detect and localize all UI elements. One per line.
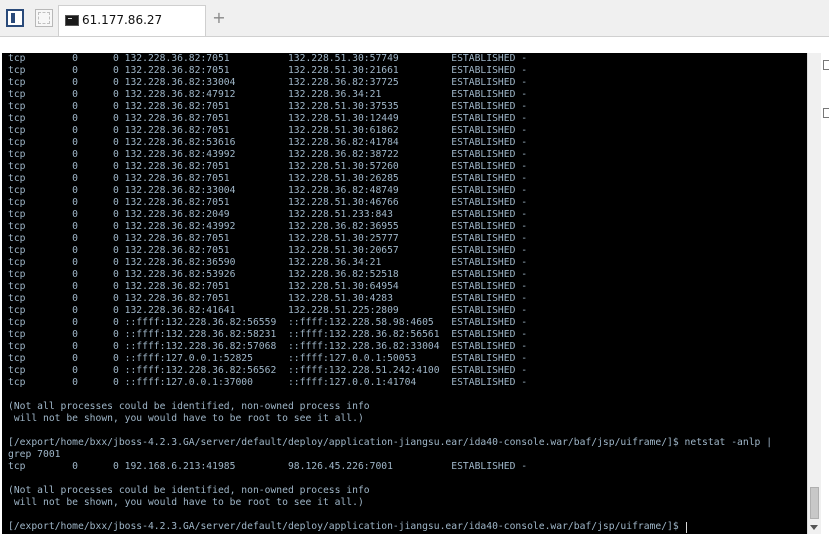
- terminal-line: tcp 0 0 132.228.36.82:41641 132.228.51.2…: [8, 305, 528, 316]
- terminal-line: tcp 0 0 132.228.36.82:7051 132.228.51.30…: [8, 197, 528, 208]
- terminal-lines: tcp 0 0 132.228.36.82:7051 132.228.51.30…: [8, 53, 772, 533]
- terminal-line: tcp 0 0 ::ffff:132.228.36.82:58231 ::fff…: [8, 329, 528, 340]
- terminal-line: tcp 0 0 132.228.36.82:47912 132.228.36.3…: [8, 89, 528, 100]
- side-panel-tab-icon[interactable]: [823, 60, 829, 70]
- terminal-line: tcp 0 0 192.168.6.213:41985 98.126.45.22…: [8, 461, 528, 472]
- terminal-line: [/export/home/bxx/jboss-4.2.3.GA/server/…: [8, 521, 685, 532]
- terminal-line: tcp 0 0 132.228.36.82:7051 132.228.51.30…: [8, 293, 528, 304]
- terminal-line: tcp 0 0 132.228.36.82:43992 132.228.36.8…: [8, 149, 528, 160]
- terminal-line: tcp 0 0 132.228.36.82:7051 132.228.51.30…: [8, 245, 528, 256]
- tab-title: 61.177.86.27: [82, 13, 163, 27]
- new-tab-button[interactable]: +: [212, 10, 226, 26]
- terminal-line: tcp 0 0 132.228.36.82:7051 132.228.51.30…: [8, 281, 528, 292]
- terminal-line: tcp 0 0 132.228.36.82:7051 132.228.51.30…: [8, 233, 528, 244]
- terminal-line: tcp 0 0 132.228.36.82:53926 132.228.36.8…: [8, 269, 528, 280]
- terminal-line: tcp 0 0 132.228.36.82:7051 132.228.51.30…: [8, 53, 528, 64]
- terminal-icon: [65, 15, 79, 26]
- terminal-line: tcp 0 0 ::ffff:127.0.0.1:52825 ::ffff:12…: [8, 353, 528, 364]
- terminal-line: (Not all processes could be identified, …: [8, 401, 370, 412]
- terminal-line: tcp 0 0 132.228.36.82:7051 132.228.51.30…: [8, 125, 528, 136]
- tab-session[interactable]: 61.177.86.27: [58, 5, 206, 36]
- terminal-line: tcp 0 0 132.228.36.82:7051 132.228.51.30…: [8, 173, 528, 184]
- terminal-line: tcp 0 0 132.228.36.82:7051 132.228.51.30…: [8, 161, 528, 172]
- terminal-line: tcp 0 0 132.228.36.82:33004 132.228.36.8…: [8, 185, 528, 196]
- text-cursor: [685, 522, 687, 533]
- side-panel-tab-icon[interactable]: [823, 108, 829, 118]
- terminal-line: tcp 0 0 132.228.36.82:7051 132.228.51.30…: [8, 101, 528, 112]
- terminal-line: tcp 0 0 132.228.36.82:2049 132.228.51.23…: [8, 209, 528, 220]
- terminal-line: tcp 0 0 132.228.36.82:33004 132.228.36.8…: [8, 77, 528, 88]
- terminal-line: will not be shown, you would have to be …: [8, 497, 364, 508]
- sidebar-toggle-icon[interactable]: [6, 9, 24, 27]
- terminal-line: tcp 0 0 ::ffff:132.228.36.82:56562 ::fff…: [8, 365, 528, 376]
- terminal-line: grep 7001: [8, 449, 61, 460]
- tab-bar: 61.177.86.27 +: [0, 0, 829, 37]
- scrollbar-thumb[interactable]: [810, 487, 819, 519]
- terminal-line: tcp 0 0 132.228.36.82:53616 132.228.36.8…: [8, 137, 528, 148]
- terminal-output[interactable]: tcp 0 0 132.228.36.82:7051 132.228.51.30…: [2, 53, 807, 534]
- terminal-line: tcp 0 0 132.228.36.82:36590 132.228.36.3…: [8, 257, 528, 268]
- terminal-line: [/export/home/bxx/jboss-4.2.3.GA/server/…: [8, 437, 773, 448]
- vertical-scrollbar[interactable]: [807, 53, 821, 534]
- terminal-line: tcp 0 0 ::ffff:127.0.0.1:37000 ::ffff:12…: [8, 377, 528, 388]
- terminal-line: will not be shown, you would have to be …: [8, 413, 364, 424]
- terminal-line: tcp 0 0 132.228.36.82:7051 132.228.51.30…: [8, 113, 528, 124]
- terminal-line: tcp 0 0 132.228.36.82:7051 132.228.51.30…: [8, 65, 528, 76]
- terminal-line: (Not all processes could be identified, …: [8, 485, 370, 496]
- quick-connect-icon[interactable]: [35, 9, 53, 27]
- terminal-line: tcp 0 0 ::ffff:132.228.36.82:57068 ::fff…: [8, 341, 528, 352]
- toolbar-spacer: [0, 37, 829, 53]
- scroll-down-icon[interactable]: [810, 525, 818, 530]
- terminal-line: tcp 0 0 132.228.36.82:43992 132.228.36.8…: [8, 221, 528, 232]
- status-area: [0, 534, 829, 557]
- terminal-line: tcp 0 0 ::ffff:132.228.36.82:56559 ::fff…: [8, 317, 528, 328]
